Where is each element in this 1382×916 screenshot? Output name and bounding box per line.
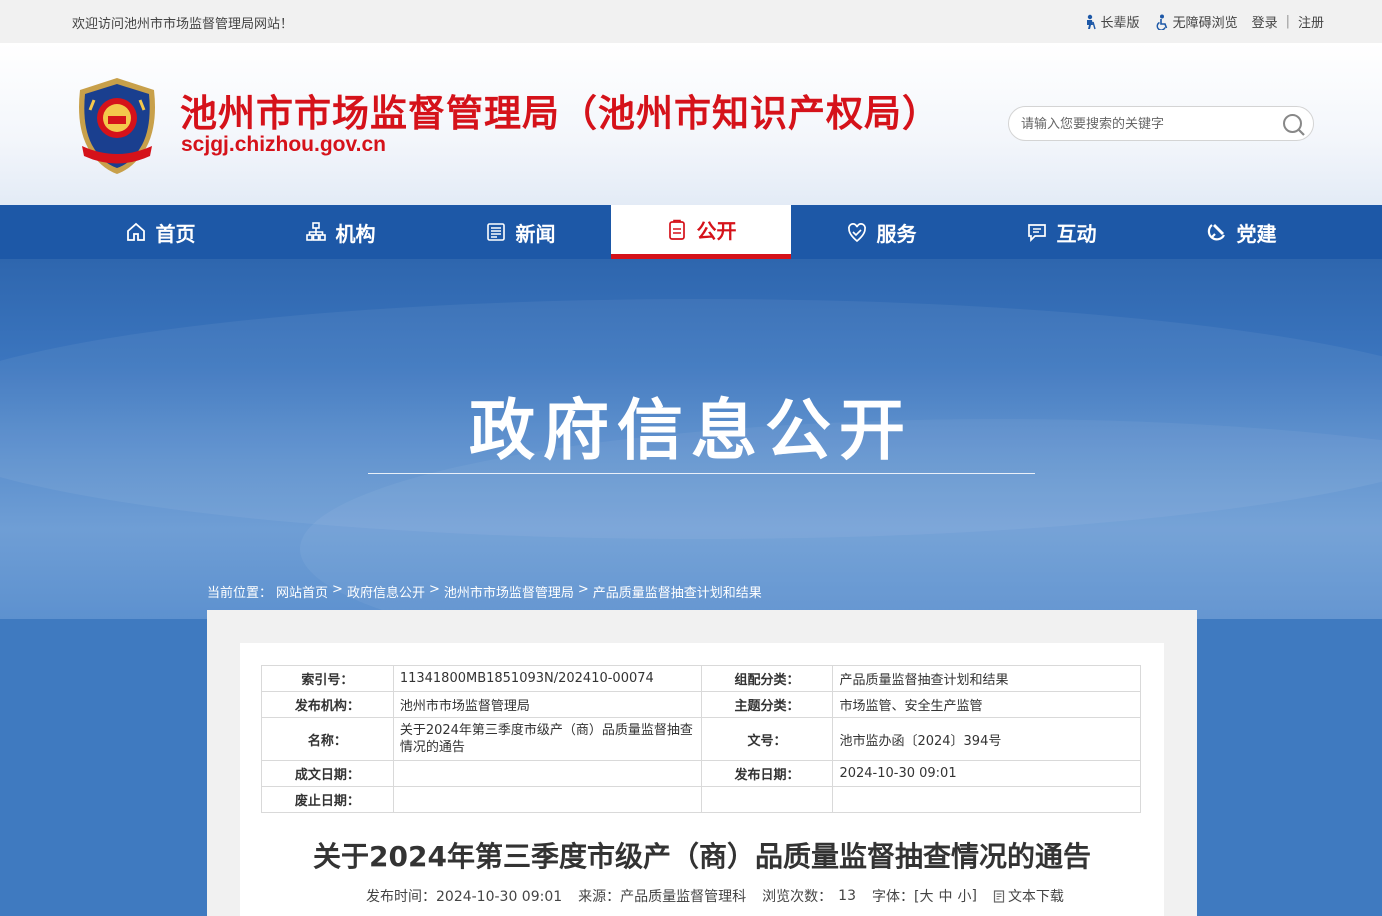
elder-icon (1086, 14, 1096, 29)
pubdate-label: 发布日期： (700, 760, 834, 787)
nav-label-interact: 互动 (1056, 221, 1097, 246)
index-value: 11341800MB1851093N/202410-00074 (392, 665, 702, 692)
category-value: 产品质量监督抽查计划和结果 (832, 665, 1141, 692)
breadcrumb-bureau[interactable]: 池州市市场监督管理局 (444, 582, 574, 601)
views-count: 13 (838, 888, 856, 904)
page-banner: 政府信息公开 (0, 259, 1382, 619)
index-label: 索引号： (261, 665, 394, 692)
breadcrumb-separator: > (577, 582, 589, 597)
font-size-end: ] (971, 888, 977, 904)
top-links: 长辈版 无障碍浏览 登录 | 注册 (1068, 12, 1324, 31)
nav-item-interact[interactable]: 互动 (971, 205, 1151, 259)
register-label: 注册 (1297, 16, 1324, 31)
metadata-table: 索引号： 11341800MB1851093N/202410-00074 组配分… (261, 665, 1141, 813)
chat-icon (1027, 224, 1046, 243)
breadcrumb-separator: > (332, 582, 343, 597)
font-small-button[interactable]: 小 (957, 886, 971, 906)
download-label: 文本下载 (1007, 889, 1064, 905)
open-icon (668, 219, 685, 240)
accessible-link[interactable]: 无障碍浏览 (1154, 12, 1238, 31)
search-input[interactable] (1021, 114, 1271, 134)
top-bar: 欢迎访问池州市市场监督管理局网站！ 长辈版 无障碍浏览 登录 | 注册 (0, 0, 1382, 43)
breadcrumb-gov-info[interactable]: 政府信息公开 (347, 582, 425, 601)
nav-label-party: 党建 (1236, 221, 1277, 246)
site-header: 池州市市场监督管理局（池州市知识产权局） scjgj.chizhou.gov.c… (0, 43, 1382, 205)
breadcrumb-category[interactable]: 产品质量监督抽查计划和结果 (593, 582, 762, 601)
font-medium-button[interactable]: 中 (938, 886, 952, 906)
nav-item-home[interactable]: 首页 (70, 205, 250, 259)
main-nav: 首页 机构 新闻 公开 服务 互动 党建 (0, 205, 1382, 259)
publisher-value: 池州市市场监督管理局 (392, 691, 702, 718)
topic-label: 主题分类： (700, 691, 834, 718)
nav-label-home: 首页 (155, 221, 196, 246)
table-row: 废止日期： (261, 786, 1141, 813)
accessible-label: 无障碍浏览 (1172, 16, 1238, 31)
nav-label-news: 新闻 (515, 221, 556, 246)
name-value: 关于2024年第三季度市级产（商）品质量监督抽查情况的通告 (399, 723, 693, 755)
category-label: 组配分类： (700, 665, 834, 692)
expire-label: 废止日期： (261, 786, 394, 813)
site-title: 池州市市场监督管理局（池州市知识产权局） (180, 92, 940, 135)
views-label: 浏览次数： (762, 889, 833, 905)
org-icon (305, 222, 326, 241)
search-box (1008, 106, 1314, 141)
search-icon[interactable] (1281, 112, 1307, 138)
table-row: 索引号： 11341800MB1851093N/202410-00074 组配分… (261, 665, 1141, 692)
publisher-label: 发布机构： (261, 691, 394, 718)
breadcrumb-home[interactable]: 网站首页 (276, 582, 328, 601)
download-button[interactable]: 文本下载 (993, 886, 1064, 906)
home-icon (126, 222, 145, 241)
register-link[interactable]: 注册 (1298, 12, 1324, 31)
nav-item-open[interactable]: 公开 (611, 205, 791, 259)
empty-cell (832, 786, 1141, 813)
pubdate-value: 2024-10-30 09:01 (832, 760, 1141, 787)
nav-item-org[interactable]: 机构 (250, 205, 430, 259)
created-value (392, 760, 702, 787)
created-label: 成文日期： (261, 760, 394, 787)
service-icon (847, 223, 866, 243)
article-info-bar: 发布时间：2024-10-30 09:01 来源：产品质量监督管理科 浏览次数：… (366, 886, 1064, 906)
table-row: 名称： 关于2024年第三季度市级产（商）品质量监督抽查情况的通告 文号： 池市… (261, 717, 1141, 761)
publish-time: 发布时间：2024-10-30 09:01 (366, 889, 563, 905)
banner-title: 政府信息公开 (469, 392, 913, 469)
login-label: 登录 (1251, 16, 1278, 31)
breadcrumb-separator: > (428, 582, 440, 597)
table-row: 发布机构： 池州市市场监督管理局 主题分类： 市场监管、安全生产监管 (261, 691, 1141, 718)
nav-item-party[interactable]: 党建 (1151, 205, 1331, 259)
nav-label-service: 服务 (876, 221, 917, 246)
breadcrumb-prefix: 当前位置： (207, 586, 273, 601)
nav-label-org: 机构 (335, 221, 376, 246)
article-panel: 索引号： 11341800MB1851093N/202410-00074 组配分… (240, 643, 1164, 916)
font-large-button[interactable]: 大 (919, 886, 933, 906)
document-icon (993, 889, 1005, 903)
nav-item-service[interactable]: 服务 (791, 205, 971, 259)
name-cell: 关于2024年第三季度市级产（商）品质量监督抽查情况的通告 (392, 717, 702, 761)
docno-value: 池市监办函〔2024〕394号 (832, 717, 1141, 761)
login-link[interactable]: 登录 (1252, 12, 1278, 31)
breadcrumb: 当前位置： 网站首页 > 政府信息公开 > 池州市市场监督管理局 > 产品质量监… (207, 582, 766, 601)
site-domain: scjgj.chizhou.gov.cn (181, 133, 386, 156)
docno-label: 文号： (700, 717, 834, 761)
font-size-label: 字体：[ (872, 889, 920, 905)
article-title: 关于2024年第三季度市级产（商）品质量监督抽查情况的通告 (313, 840, 1091, 873)
name-label: 名称： (261, 717, 394, 761)
empty-cell (700, 786, 834, 813)
link-separator: | (1285, 14, 1290, 29)
elder-mode-link[interactable]: 长辈版 (1082, 12, 1140, 31)
nav-item-news[interactable]: 新闻 (430, 205, 610, 259)
article-source: 来源：产品质量监督管理科 (578, 889, 747, 905)
topic-value: 市场监管、安全生产监管 (832, 691, 1141, 718)
content-area: 索引号： 11341800MB1851093N/202410-00074 组配分… (207, 610, 1197, 916)
accessibility-icon (1156, 14, 1167, 30)
elder-mode-label: 长辈版 (1100, 16, 1140, 31)
emblem-logo[interactable] (72, 76, 162, 176)
banner-divider (368, 473, 1035, 474)
welcome-text: 欢迎访问池州市市场监督管理局网站！ (72, 17, 294, 32)
table-row: 成文日期： 发布日期： 2024-10-30 09:01 (261, 760, 1141, 787)
expire-value (392, 786, 702, 813)
party-icon (1207, 224, 1225, 241)
news-icon (486, 223, 505, 241)
nav-label-open: 公开 (696, 219, 737, 243)
